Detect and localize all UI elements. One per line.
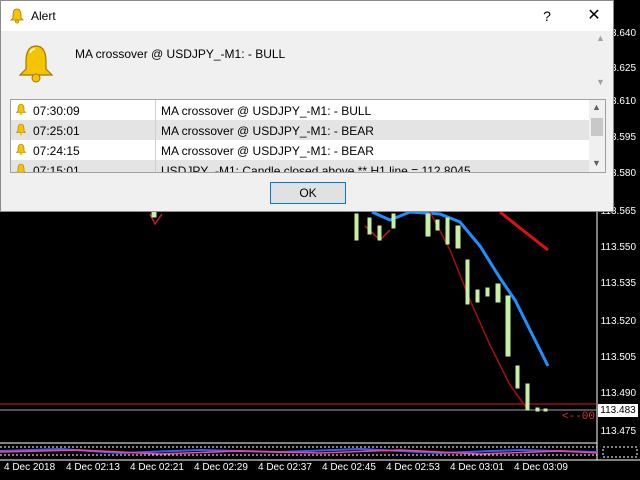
price-label: 113.490 [600, 388, 636, 399]
bell-icon [9, 8, 25, 29]
price-label: 113.535 [600, 278, 636, 289]
dialog-title: Alert [31, 9, 56, 23]
alert-history-list[interactable]: 07:30:09 MA crossover @ USDJPY_-M1: - BU… [10, 99, 606, 173]
bell-icon [15, 143, 27, 159]
price-label: 113.520 [600, 316, 636, 327]
alert-text: MA crossover @ USDJPY_-M1: - BEAR [161, 124, 374, 138]
alert-text: USDJPY_-M1: Candle closed above ** H1 li… [161, 164, 471, 173]
price-arrow-label: <--00 [562, 411, 596, 423]
alert-text: MA crossover @ USDJPY_-M1: - BEAR [161, 144, 374, 158]
list-item[interactable]: 07:30:09 MA crossover @ USDJPY_-M1: - BU… [11, 100, 589, 120]
bell-icon [15, 163, 27, 172]
help-button[interactable]: ? [533, 3, 561, 29]
chevron-up-icon[interactable]: ▲ [596, 33, 605, 43]
current-price-label: 113.483 [598, 404, 638, 417]
column-divider [155, 120, 156, 140]
alert-time: 07:15:01 [33, 164, 80, 173]
bell-icon [15, 123, 27, 139]
column-divider [155, 100, 156, 120]
bell-icon [15, 103, 27, 119]
close-button[interactable]: ✕ [579, 3, 609, 29]
time-label: 4 Dec 03:09 [514, 462, 568, 473]
alert-message: MA crossover @ USDJPY_-M1: - BULL [75, 47, 286, 61]
column-divider [155, 160, 156, 172]
alert-dialog: Alert ? ✕ MA crossover @ USDJPY_-M1: - B… [0, 0, 614, 212]
alert-text: MA crossover @ USDJPY_-M1: - BULL [161, 104, 372, 118]
time-label: 4 Dec 02:37 [258, 462, 312, 473]
alert-time: 07:30:09 [33, 104, 80, 118]
ok-button[interactable]: OK [270, 182, 346, 204]
price-label: 113.505 [600, 352, 636, 363]
dialog-titlebar[interactable]: Alert ? ✕ [1, 1, 613, 31]
chevron-down-icon[interactable]: ▼ [596, 77, 605, 87]
chevron-up-icon[interactable]: ▲ [592, 102, 601, 112]
time-label: 4 Dec 02:29 [194, 462, 248, 473]
list-item[interactable]: 07:25:01 MA crossover @ USDJPY_-M1: - BE… [11, 120, 589, 140]
list-scrollbar[interactable]: ▲ ▼ [589, 100, 605, 172]
list-item[interactable]: 07:24:15 MA crossover @ USDJPY_-M1: - BE… [11, 140, 589, 160]
time-label: 4 Dec 02:45 [322, 462, 376, 473]
time-label: 4 Dec 02:53 [386, 462, 440, 473]
bell-icon [15, 43, 57, 90]
chevron-down-icon[interactable]: ▼ [592, 158, 601, 168]
price-label: 113.475 [600, 426, 636, 437]
alert-time: 07:24:15 [33, 144, 80, 158]
price-label: 113.550 [600, 242, 636, 253]
time-label: 4 Dec 03:01 [450, 462, 504, 473]
message-scrollbar[interactable]: ▲ ▼ [593, 31, 611, 91]
alert-time: 07:25:01 [33, 124, 80, 138]
list-item[interactable]: 07:15:01 USDJPY_-M1: Candle closed above… [11, 160, 589, 173]
time-label: 4 Dec 2018 [4, 462, 56, 473]
scrollbar-thumb[interactable] [591, 118, 603, 136]
column-divider [155, 140, 156, 160]
alert-message-area: MA crossover @ USDJPY_-M1: - BULL ▲ ▼ [1, 31, 613, 93]
time-label: 4 Dec 02:21 [130, 462, 184, 473]
time-label: 4 Dec 02:13 [66, 462, 120, 473]
